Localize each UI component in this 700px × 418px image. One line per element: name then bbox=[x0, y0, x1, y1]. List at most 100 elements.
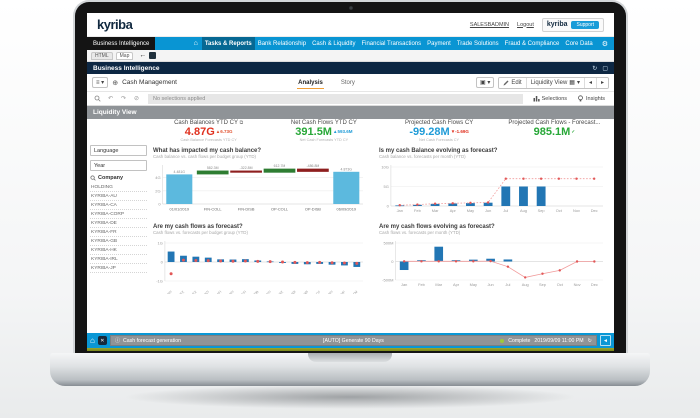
language-filter[interactable]: Language bbox=[90, 145, 147, 156]
undo-icon[interactable]: ↶ bbox=[105, 94, 116, 104]
kpi-projected-cash-flows[interactable]: Projected Cash Flows CY -99.28M▼-1.69G N… bbox=[382, 120, 497, 150]
selections-label: Selections bbox=[542, 96, 567, 102]
kpi-sub: Cash Balance Forecasts YTD CY bbox=[151, 138, 266, 142]
company-item[interactable]: KYRIBA-CA bbox=[90, 201, 147, 210]
status-dot bbox=[500, 339, 504, 343]
nav-item-bank-relationship[interactable]: Bank Relationship bbox=[255, 37, 309, 50]
collapse-button[interactable]: ◄ bbox=[600, 335, 611, 346]
tab-analysis[interactable]: Analysis bbox=[297, 77, 324, 89]
svg-text:-486.8M: -486.8M bbox=[306, 164, 319, 168]
nav-item-core-data[interactable]: Core Data bbox=[562, 37, 595, 50]
chart-plot[interactable]: 02G4G4.481G01/01/2019582.3MFIN-COLL-322.… bbox=[153, 160, 367, 212]
nav-item-fraud-compliance[interactable]: Fraud & Compliance bbox=[502, 37, 563, 50]
lightbulb-icon bbox=[577, 95, 584, 102]
kpi-row: Cash Balances YTD CY ⧉ 4.87G▲6.73G Cash … bbox=[151, 120, 612, 150]
svg-text:13FI: 13FI bbox=[227, 290, 235, 294]
toolbar-right: ▣ ▾ Edit Liquidity View ▦ ▾ ◂ ▸ bbox=[476, 77, 609, 89]
refresh-icon[interactable]: ↻ bbox=[588, 338, 592, 344]
prev-sheet-button[interactable]: ◂ bbox=[584, 78, 596, 88]
chart-plot[interactable]: -500M0500MJanFebMarAprMayJunJulAugSepOct… bbox=[379, 236, 607, 288]
svg-text:06/09/2019: 06/09/2019 bbox=[337, 207, 356, 212]
svg-text:3FI: 3FI bbox=[327, 290, 333, 294]
svg-text:Jun: Jun bbox=[485, 208, 491, 213]
svg-text:4.481G: 4.481G bbox=[174, 170, 186, 174]
sheet-title: Cash Management bbox=[122, 79, 177, 86]
nav-item-payment[interactable]: Payment bbox=[424, 37, 454, 50]
year-filter[interactable]: Year bbox=[90, 160, 147, 171]
tab-map[interactable]: Map bbox=[116, 52, 134, 60]
company-item[interactable]: KYRIBA-JP bbox=[90, 264, 147, 273]
bookmark-button[interactable]: ▣ ▾ bbox=[476, 77, 494, 88]
svg-text:3MF: 3MF bbox=[339, 290, 347, 294]
company-item[interactable]: KYRIBA-FR bbox=[90, 228, 147, 237]
open-link-icon[interactable]: ⧉ bbox=[240, 120, 244, 126]
chart-subtitle: Cash balance vs. forecasts per month (YT… bbox=[379, 154, 607, 159]
svg-text:2FI: 2FI bbox=[266, 290, 272, 294]
laptop-base bbox=[50, 353, 650, 386]
company-item[interactable]: KYRIBA-GB bbox=[90, 237, 147, 246]
redo-icon[interactable]: ↷ bbox=[118, 94, 129, 104]
nav-item-cash-liquidity[interactable]: Cash & Liquidity bbox=[309, 37, 358, 50]
budget-group-bar-chart[interactable]: Are my cash flows as forecast? Cash flow… bbox=[153, 224, 367, 294]
company-item[interactable]: KYRIBA-AU bbox=[90, 192, 147, 201]
chart-subtitle: Cash flows vs. forecasts per month (YTD) bbox=[379, 230, 607, 235]
insights-tool[interactable]: Insights bbox=[573, 95, 609, 102]
company-item[interactable]: KYRIBA-DE bbox=[90, 219, 147, 228]
bi-header-icons: ↻ ▢ bbox=[592, 65, 608, 72]
flows-monthly-chart[interactable]: Are my cash flows evolving as forecast? … bbox=[379, 224, 607, 288]
selections-tool[interactable]: Selections bbox=[529, 95, 571, 102]
clear-selections-icon[interactable]: ⊘ bbox=[131, 94, 142, 104]
edit-button[interactable]: Edit bbox=[499, 78, 525, 88]
page-title: Liquidity View bbox=[87, 106, 614, 119]
edit-label: Edit bbox=[511, 80, 521, 86]
chart-plot[interactable]: -1G01G100FI300FXFOREX400CI4FI13FI4CFI300… bbox=[153, 236, 367, 294]
kpi-net-cash-flows[interactable]: Net Cash Flows YTD CY 391.5M▲593.6M Net … bbox=[266, 120, 381, 150]
search-icon[interactable] bbox=[90, 175, 96, 181]
search-icon[interactable] bbox=[92, 94, 103, 104]
settings-gear-icon[interactable]: ⚙ bbox=[596, 37, 614, 50]
chevron-down-icon: ▾ bbox=[577, 79, 580, 86]
nav-item-trade-solutions[interactable]: Trade Solutions bbox=[454, 37, 502, 50]
svg-text:5G: 5G bbox=[384, 184, 389, 189]
waterfall-chart[interactable]: What has impacted my cash balance? Cash … bbox=[153, 148, 367, 212]
chart-plot[interactable]: 05G10GJanFebMarAprMayJunJulAugSepOctNovD… bbox=[379, 160, 607, 214]
pencil-icon bbox=[503, 80, 509, 86]
app-menu-button[interactable]: ≡ ▾ bbox=[92, 77, 108, 88]
company-item[interactable]: KYRIBA-CORP bbox=[90, 210, 147, 219]
bi-header: Business Intelligence ↻ ▢ bbox=[87, 62, 614, 74]
svg-text:Oct: Oct bbox=[556, 208, 563, 213]
kpi-delta-1: ▲593.6M bbox=[333, 129, 352, 134]
nav-item-financial-transactions[interactable]: Financial Transactions bbox=[358, 37, 424, 50]
info-icon[interactable]: ⓘ bbox=[115, 337, 120, 344]
svg-text:2G: 2G bbox=[155, 188, 160, 193]
fullscreen-icon[interactable]: ▢ bbox=[602, 65, 608, 72]
sheet-selector[interactable]: Liquidity View ▦ ▾ bbox=[526, 78, 584, 88]
back-arrow-icon[interactable]: ← bbox=[139, 52, 146, 59]
chart-subtitle: Cash flows vs. forecasts per budget grou… bbox=[153, 230, 367, 235]
tab-story[interactable]: Story bbox=[340, 77, 356, 89]
window-icon[interactable] bbox=[149, 52, 156, 59]
nav-item-tasks-reports[interactable]: Tasks & Reports bbox=[202, 37, 255, 50]
balance-monthly-chart[interactable]: Is my cash Balance evolving as forecast?… bbox=[379, 148, 607, 214]
svg-text:400CI: 400CI bbox=[201, 290, 210, 294]
kpi-projected-forecast[interactable]: Projected Cash Flows - Forecast... 985.1… bbox=[497, 120, 612, 150]
next-sheet-button[interactable]: ▸ bbox=[596, 78, 608, 88]
page-background: kyriba SALESBADMIN Logout kyriba Support… bbox=[0, 0, 700, 418]
close-icon[interactable]: ✕ bbox=[98, 336, 107, 345]
support-button[interactable]: Support bbox=[571, 21, 599, 29]
company-item[interactable]: KYRIBA-HK bbox=[90, 246, 147, 255]
home-icon[interactable]: ⌂ bbox=[90, 336, 95, 345]
refresh-icon[interactable]: ↻ bbox=[592, 65, 597, 72]
home-icon[interactable]: ⌂ bbox=[190, 37, 202, 50]
company-item[interactable]: HOLDING bbox=[90, 183, 147, 192]
bi-header-title: Business Intelligence bbox=[93, 65, 159, 72]
company-filter-label: Company bbox=[98, 175, 123, 181]
company-item[interactable]: KYRIBA-IRL bbox=[90, 255, 147, 264]
svg-text:Jul: Jul bbox=[503, 208, 508, 213]
svg-text:May: May bbox=[467, 208, 474, 213]
tab-html[interactable]: HTML bbox=[91, 52, 113, 60]
kpi-cash-balances[interactable]: Cash Balances YTD CY ⧉ 4.87G▲6.73G Cash … bbox=[151, 120, 266, 150]
user-menu[interactable]: SALESBADMIN bbox=[470, 22, 509, 28]
logout-link[interactable]: Logout bbox=[517, 22, 534, 28]
svg-text:OP-DISB: OP-DISB bbox=[305, 207, 321, 212]
